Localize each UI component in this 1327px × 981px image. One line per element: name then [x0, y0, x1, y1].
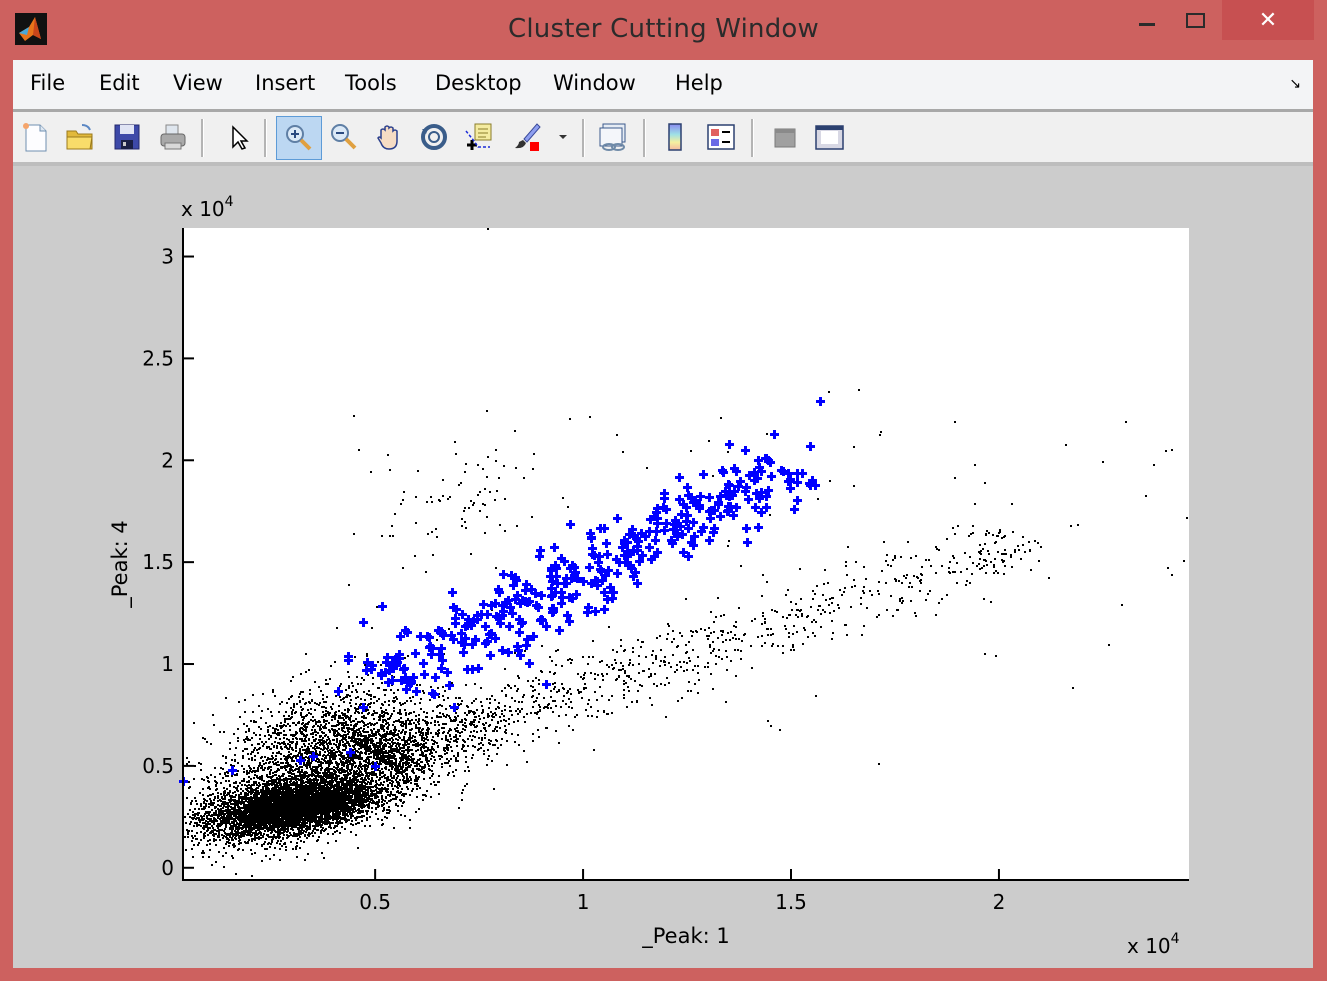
x-axis-label: _Peak: 1 [641, 924, 729, 949]
link-plot-button[interactable] [593, 117, 633, 157]
pointer-arrow-icon [232, 125, 249, 150]
toolbar-separator [643, 119, 646, 157]
toolbar-separator [264, 119, 267, 157]
y-exponent-power: 4 [225, 194, 234, 210]
show-plot-tools-button[interactable] [809, 117, 849, 157]
brush-button[interactable] [507, 117, 547, 157]
link-plot-icon [599, 123, 626, 151]
toolbar-separator [582, 119, 585, 157]
menu-edit[interactable]: Edit [99, 71, 140, 95]
zoom-in-icon [286, 125, 312, 151]
x-tick-label: 2 [993, 890, 1006, 914]
y-tick-label: 2.5 [142, 346, 174, 370]
figure-canvas: 0.5 1 1.5 2 0 0.5 1 1.5 2 2.5 3 _Peak: 4 _Peak: 1 … [13, 166, 1313, 968]
x-tick-label: 1 [577, 890, 590, 914]
hand-icon [377, 125, 398, 150]
toolbar-separator [201, 119, 204, 157]
data-cursor-button[interactable] [459, 117, 499, 157]
menu-view[interactable]: View [173, 71, 223, 95]
legend-icon [707, 124, 735, 150]
maximize-button[interactable] [1172, 0, 1218, 40]
edit-plot-button[interactable] [217, 117, 257, 157]
print-figure-button[interactable] [153, 117, 193, 157]
y-axis-label: _Peak: 4 [108, 520, 133, 608]
hide-plot-tools-button[interactable] [764, 117, 804, 157]
printer-icon [160, 124, 186, 150]
x-tick-label: 0.5 [359, 890, 391, 914]
y-tick-label: 2 [161, 448, 174, 472]
save-icon [114, 124, 140, 150]
y-exponent-base: x 10 [181, 197, 225, 221]
brush-dropdown[interactable] [553, 117, 573, 157]
zoom-out-button[interactable] [324, 117, 364, 157]
y-tick-label: 0.5 [142, 754, 174, 778]
scatter-chart[interactable]: 0.5 1 1.5 200.511.522.53 _Peak: 4 _Peak: 1 … [13, 166, 1313, 968]
show-tools-icon [815, 125, 844, 150]
brush-icon [515, 123, 541, 151]
toolbar-separator [751, 119, 754, 157]
menu-tools[interactable]: Tools [345, 71, 397, 95]
minimize-icon [1139, 22, 1155, 26]
hide-tools-icon [774, 128, 796, 148]
zoom-out-icon [331, 124, 357, 150]
chevron-down-icon [559, 135, 567, 139]
new-file-icon [23, 123, 47, 152]
insert-colorbar-button[interactable] [655, 117, 695, 157]
title-bar: Cluster Cutting Window ✕ [0, 0, 1327, 60]
menu-bar: File Edit View Insert Tools Desktop Wind… [13, 60, 1313, 112]
colorbar-icon [668, 123, 682, 151]
open-file-button[interactable] [60, 117, 100, 157]
figure-toolbar [13, 112, 1313, 166]
x-exponent-base: x 10 [1127, 934, 1171, 958]
y-tick-label: 1.5 [142, 550, 174, 574]
menu-insert[interactable]: Insert [255, 71, 315, 95]
data-cursor-icon [465, 123, 492, 150]
minimize-button[interactable] [1122, 0, 1172, 40]
new-figure-button[interactable] [16, 117, 56, 157]
zoom-in-button[interactable] [276, 116, 322, 160]
rotate-3d-button[interactable] [414, 117, 454, 157]
y-tick-label: 1 [161, 652, 174, 676]
menu-file[interactable]: File [30, 71, 65, 95]
maximize-icon [1185, 12, 1205, 28]
menu-help[interactable]: Help [675, 71, 723, 95]
menu-desktop[interactable]: Desktop [435, 71, 522, 95]
x-exponent-power: 4 [1171, 931, 1180, 947]
rotate-icon [421, 124, 447, 150]
folder-open-icon [66, 124, 93, 150]
dock-arrow-icon[interactable]: ↘ [1289, 76, 1301, 92]
y-tick-label: 0 [161, 856, 174, 880]
y-tick-label: 3 [161, 245, 174, 269]
close-button[interactable]: ✕ [1222, 0, 1314, 40]
menu-window[interactable]: Window [553, 71, 636, 95]
window-client: File Edit View Insert Tools Desktop Wind… [13, 60, 1313, 968]
y-exponent-label: x 104 [181, 194, 234, 221]
insert-legend-button[interactable] [701, 117, 741, 157]
pan-button[interactable] [369, 117, 409, 157]
x-tick-label: 1.5 [775, 890, 807, 914]
save-figure-button[interactable] [107, 117, 147, 157]
x-exponent-label: x 104 [1127, 931, 1180, 958]
